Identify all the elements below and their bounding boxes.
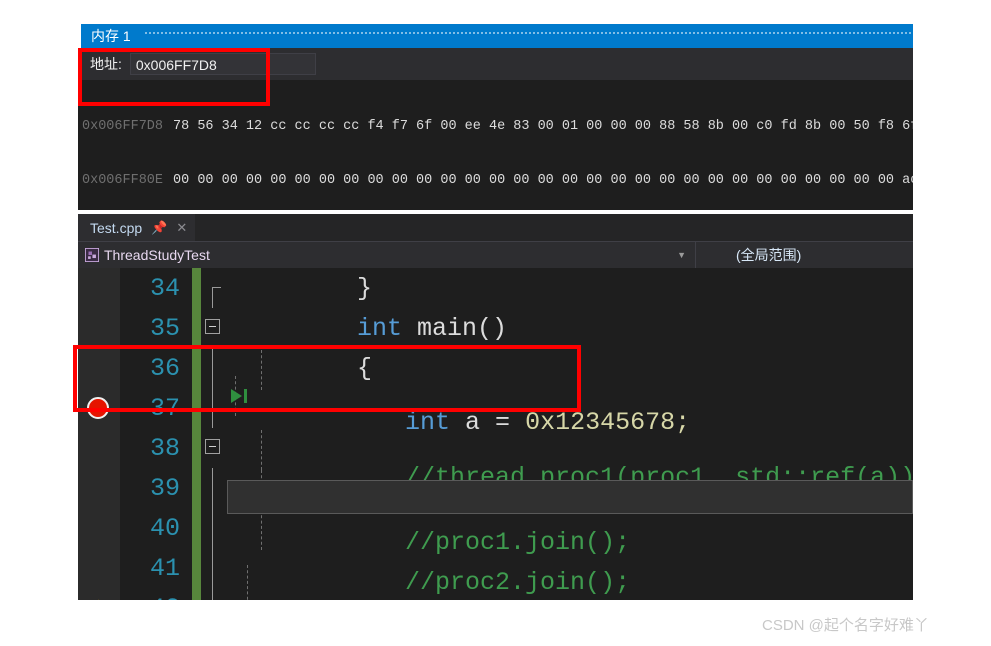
indent-guide	[247, 564, 248, 600]
line-number: 40	[149, 513, 180, 543]
change-bar	[192, 348, 201, 388]
fold-guide-line	[212, 288, 213, 308]
watermark: CSDN @起个名字好难丫	[762, 617, 929, 634]
line-number: 35	[149, 313, 180, 343]
indent-guide	[261, 430, 262, 470]
code-text[interactable]: return 0;已用时间 <= 1ms	[227, 478, 913, 600]
fold-column[interactable]	[201, 388, 227, 428]
namespace-icon	[85, 248, 99, 262]
gutter-marks[interactable]	[78, 468, 120, 508]
change-bar	[192, 588, 201, 600]
fold-guide-line	[212, 348, 213, 388]
memory-window-titlebar: 内存 1	[78, 24, 913, 48]
line-number: 41	[149, 553, 180, 583]
gutter-marks[interactable]	[78, 268, 120, 308]
project-scope-dropdown[interactable]: ThreadStudyTest ▼	[78, 242, 695, 268]
fold-column[interactable]	[201, 428, 227, 468]
current-statement-highlight	[227, 479, 913, 514]
change-bar	[192, 308, 201, 348]
memory-row-bytes: 00 00 00 00 00 00 00 00 00 00 00 00 00 0…	[173, 173, 913, 188]
fold-collapse-box[interactable]	[205, 439, 220, 454]
memory-hex-rows: 0x006FF7D8 78 56 34 12 cc cc cc cc f4 f7…	[78, 80, 913, 210]
tab-memory-1[interactable]: 内存 1	[78, 24, 143, 48]
member-scope-label: (全局范围)	[736, 247, 802, 263]
instruction-pointer-icon[interactable]	[86, 599, 112, 600]
line-number: 37	[149, 393, 180, 423]
pin-icon[interactable]: 📌	[151, 221, 167, 234]
close-icon[interactable]: ✕	[176, 221, 187, 234]
memory-row[interactable]: 0x006FF7D8 78 56 34 12 cc cc cc cc f4 f7…	[78, 118, 913, 136]
memory-toolbar: 地址: 0x006FF7D8	[78, 48, 913, 80]
memory-row-address: 0x006FF7D8	[82, 119, 164, 134]
change-bar	[192, 468, 201, 508]
gutter-marks[interactable]	[78, 348, 120, 388]
memory-window: 内存 1 地址: 0x006FF7D8 0x006FF7D8 78 56 34 …	[78, 24, 913, 210]
gutter-marks[interactable]	[78, 308, 120, 348]
line-number: 38	[149, 433, 180, 463]
memory-row-bytes: 78 56 34 12 cc cc cc cc f4 f7 6f 00 ee 4…	[173, 119, 913, 134]
run-to-cursor-icon[interactable]	[229, 388, 251, 404]
breakpoint-icon[interactable]	[87, 397, 109, 419]
fold-column[interactable]	[201, 468, 227, 508]
gutter-marks[interactable]	[78, 588, 120, 600]
line-number: 36	[149, 353, 180, 383]
titlebar-dot-pattern	[142, 24, 913, 48]
fold-guide-corner	[212, 287, 221, 288]
fold-column[interactable]	[201, 308, 227, 348]
fold-guide-line	[212, 508, 213, 548]
code-line[interactable]: 42 return 0;已用时间 <= 1ms	[78, 479, 913, 601]
tab-test-cpp[interactable]: Test.cpp 📌 ✕	[78, 214, 196, 241]
gutter-marks[interactable]	[78, 508, 120, 548]
address-label: 地址:	[90, 56, 122, 72]
fold-guide-line	[212, 588, 213, 600]
fold-column[interactable]	[201, 508, 227, 548]
memory-row[interactable]: 0x006FF80E 00 00 00 00 00 00 00 00 00 00…	[78, 172, 913, 190]
fold-column[interactable]	[201, 348, 227, 388]
editor-tab-bar: Test.cpp 📌 ✕	[78, 214, 913, 241]
change-bar	[192, 548, 201, 588]
line-number: 34	[149, 273, 180, 303]
change-bar	[192, 428, 201, 468]
tab-test-cpp-label: Test.cpp	[90, 219, 143, 236]
editor-navigation-bar: ThreadStudyTest ▼ (全局范围)	[78, 241, 913, 268]
member-scope-dropdown[interactable]: (全局范围)	[695, 242, 913, 268]
code-editor-window: Test.cpp 📌 ✕ ThreadStudyTest ▼ (全局范围) 34	[78, 214, 913, 600]
chevron-down-icon[interactable]: ▼	[677, 250, 686, 260]
line-number: 39	[149, 473, 180, 503]
fold-column[interactable]	[201, 588, 227, 600]
fold-collapse-box[interactable]	[205, 319, 220, 334]
tab-memory-1-label: 内存 1	[91, 28, 131, 44]
gutter-marks[interactable]	[78, 428, 120, 468]
address-input[interactable]: 0x006FF7D8	[129, 53, 316, 75]
tab-bar-filler	[195, 214, 913, 241]
fold-guide-line	[212, 388, 213, 428]
fold-column[interactable]	[201, 548, 227, 588]
line-number: 42	[120, 594, 192, 601]
change-bar	[192, 268, 201, 308]
project-scope-label: ThreadStudyTest	[104, 247, 210, 263]
fold-column[interactable]	[201, 268, 227, 308]
memory-row-address: 0x006FF80E	[82, 173, 164, 188]
gutter-marks[interactable]	[78, 388, 120, 428]
fold-guide-line	[212, 468, 213, 508]
change-bar	[192, 508, 201, 548]
fold-guide-line	[212, 548, 213, 588]
code-area[interactable]: 34 } 35 int main() 36 {37 int a = 0x123…	[78, 268, 913, 600]
change-bar	[192, 388, 201, 428]
gutter-marks[interactable]	[78, 548, 120, 588]
